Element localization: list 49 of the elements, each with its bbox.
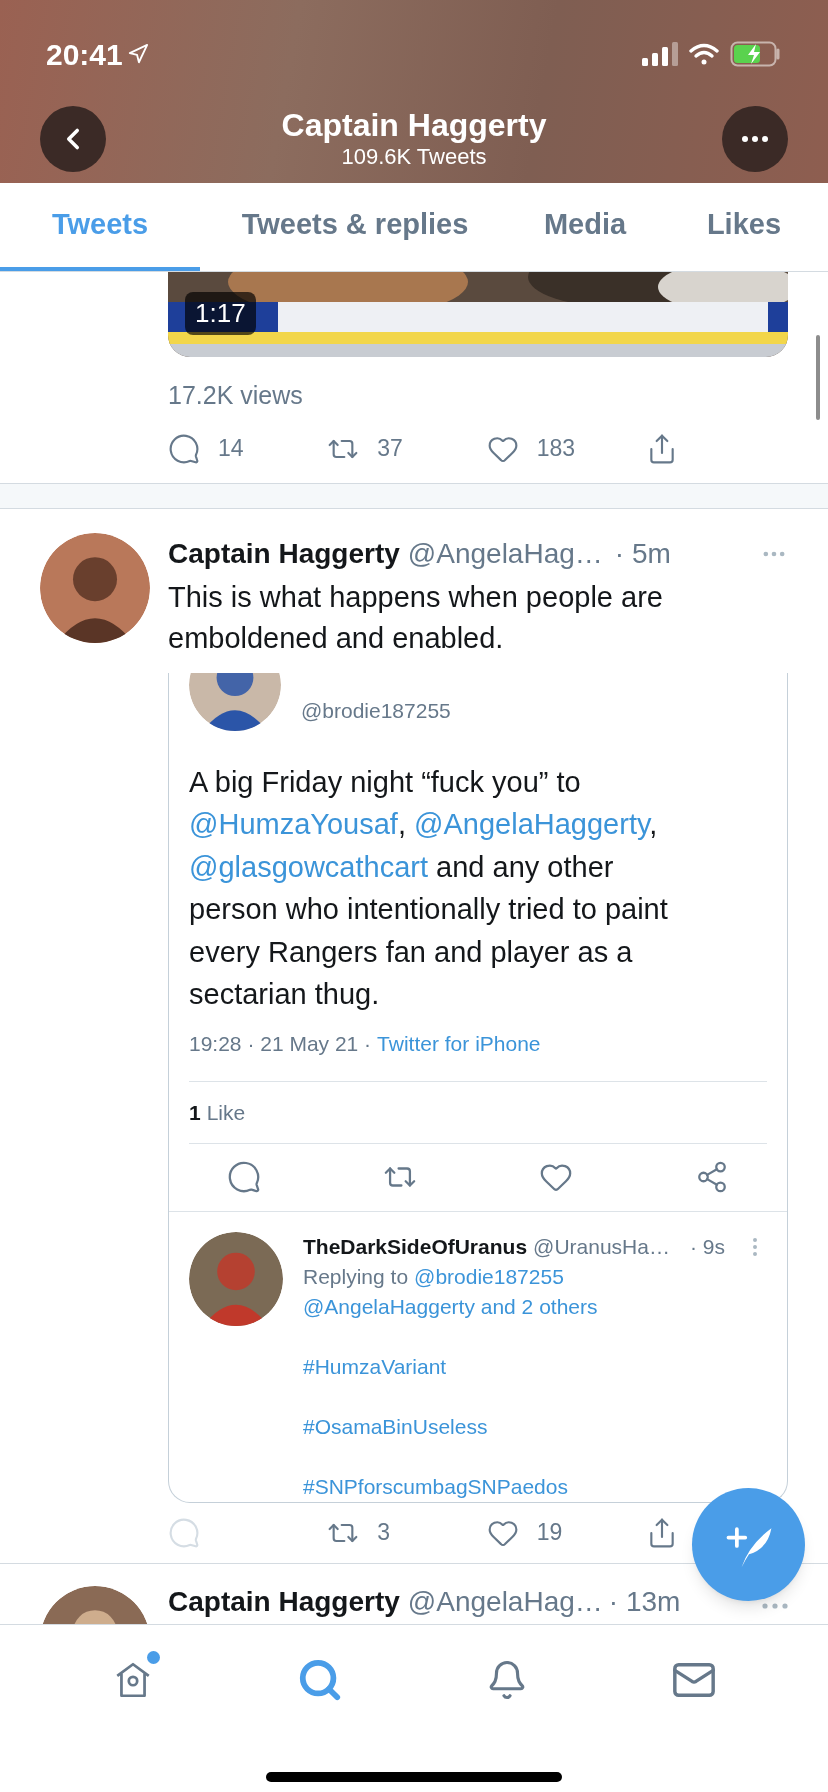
reply-icon[interactable] [227, 1160, 261, 1194]
action-count: 19 [536, 1518, 563, 1548]
author-name[interactable]: Captain Haggerty [168, 1580, 400, 1623]
author-handle: @AngelaHag… [407, 1584, 603, 1619]
action-count: 3 [377, 1518, 391, 1548]
tweet-count: 109.6K Tweets [341, 143, 487, 171]
tweet-time: · 5m [614, 536, 671, 571]
action-count: 183 [536, 434, 576, 464]
video-duration: 1:17 [185, 292, 256, 335]
tweet-text: This is what happens when people are emboldened and enabled. [168, 579, 664, 656]
mention-link[interactable]: @glasgowcathcart [189, 850, 428, 883]
tweet-time: · 13m [608, 1584, 681, 1619]
tweet-timestamp: 19:28 · 21 May 21 · [189, 1030, 372, 1057]
like-label: Like [206, 1099, 246, 1126]
hashtag-link[interactable]: #HumzaVariant [303, 1351, 447, 1382]
reply-author-name[interactable]: TheDarkSideOfUranus [303, 1231, 528, 1262]
view-count: 17.2K views [168, 380, 304, 411]
replying-label: Replying to [303, 1263, 409, 1290]
share-icon[interactable] [695, 1160, 729, 1194]
quoted-tweet-card[interactable] [168, 672, 788, 1503]
reply-author-handle: @UranusHa… [533, 1233, 670, 1260]
profile-name: Captain Haggerty [281, 107, 547, 143]
author-handle: @AngelaHag… [407, 536, 603, 571]
battery-icon [730, 41, 782, 67]
mention-link[interactable]: @brodie187255 [414, 1261, 564, 1292]
mention-link[interactable]: @AngelaHaggerty [414, 808, 650, 840]
quoted-tweet-text: A big Friday night “fuck you” to @HumzaYousaf, @AngelaHaggerty, @glasgowcathcart and any other person who intentionally tried to paint every Rangers fan and player as a sectarian thug. [188, 764, 669, 1012]
action-count: 37 [377, 434, 403, 464]
avatar[interactable] [40, 532, 150, 643]
reply-time: · 9s [690, 1233, 725, 1260]
more-icon [742, 136, 768, 142]
mention-link[interactable]: @AngelaHaggerty and 2 others [303, 1291, 767, 1322]
profile-tab[interactable]: Media [510, 183, 660, 271]
like-count: 1 [189, 1099, 201, 1126]
action-count: 14 [218, 434, 244, 464]
wifi-icon [688, 42, 720, 66]
profile-tab[interactable]: Tweets & replies [200, 183, 510, 271]
avatar[interactable] [189, 1231, 283, 1326]
hashtag-link[interactable]: #OsamaBinUseless [303, 1411, 488, 1442]
mention-link[interactable]: @HumzaYousaf [189, 808, 398, 840]
clock: 20:41 [46, 36, 123, 73]
quoted-handle: @brodie187255 [301, 697, 451, 724]
reply-icon[interactable] [168, 432, 200, 465]
signal-icon [642, 42, 678, 66]
author-name[interactable]: Captain Haggerty [168, 532, 400, 575]
source-link[interactable]: Twitter for iPhone [377, 1027, 541, 1059]
hashtag-link[interactable]: #SNPforscumbagSNPaedos [303, 1471, 568, 1502]
profile-tab[interactable]: Likes [660, 183, 828, 271]
location-icon [126, 43, 149, 65]
